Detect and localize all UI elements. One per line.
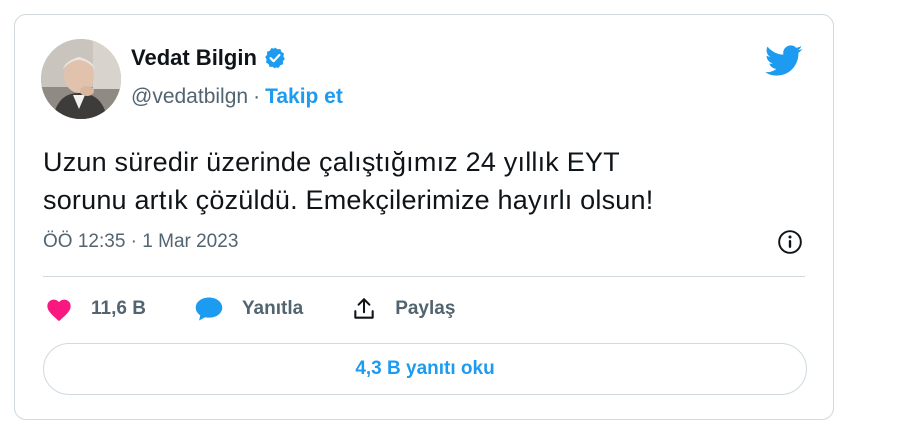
avatar[interactable] [41, 39, 121, 119]
tweet-timestamp[interactable]: ÖÖ 12:35 · 1 Mar 2023 [43, 231, 238, 253]
like-count: 11,6 B [91, 298, 146, 319]
reply-button[interactable]: Yanıtla [194, 296, 303, 322]
share-label: Paylaş [395, 298, 456, 319]
follow-link[interactable]: Takip et [265, 85, 343, 109]
author-handle[interactable]: @vedatbilgn [131, 85, 248, 109]
read-replies-button[interactable]: 4,3 B yanıtı oku [43, 343, 807, 395]
author-name[interactable]: Vedat Bilgin [131, 45, 257, 71]
tweet-text: Uzun süredir üzerinde çalıştığımız 24 yı… [43, 147, 654, 215]
verified-badge-icon [265, 47, 285, 69]
reply-label: Yanıtla [241, 298, 304, 319]
author-name-row: Vedat Bilgin [131, 45, 287, 71]
share-upload-icon [354, 298, 374, 319]
info-icon[interactable] [777, 229, 803, 255]
avatar-photo [41, 39, 121, 119]
action-bar: 11,6 B Yanıtla Paylaş [45, 294, 503, 324]
handle-separator: · [253, 85, 261, 108]
handle-row: @vedatbilgn · Takip et [131, 85, 343, 109]
tweet-card: Vedat Bilgin @vedatbilgn · Takip et Uzun… [14, 14, 834, 420]
speech-bubble-icon [195, 297, 223, 321]
like-button[interactable]: 11,6 B [45, 296, 146, 322]
share-button[interactable]: Paylaş [351, 296, 455, 322]
divider [43, 276, 805, 277]
heart-icon [47, 299, 71, 322]
twitter-bird-icon[interactable] [765, 45, 803, 77]
